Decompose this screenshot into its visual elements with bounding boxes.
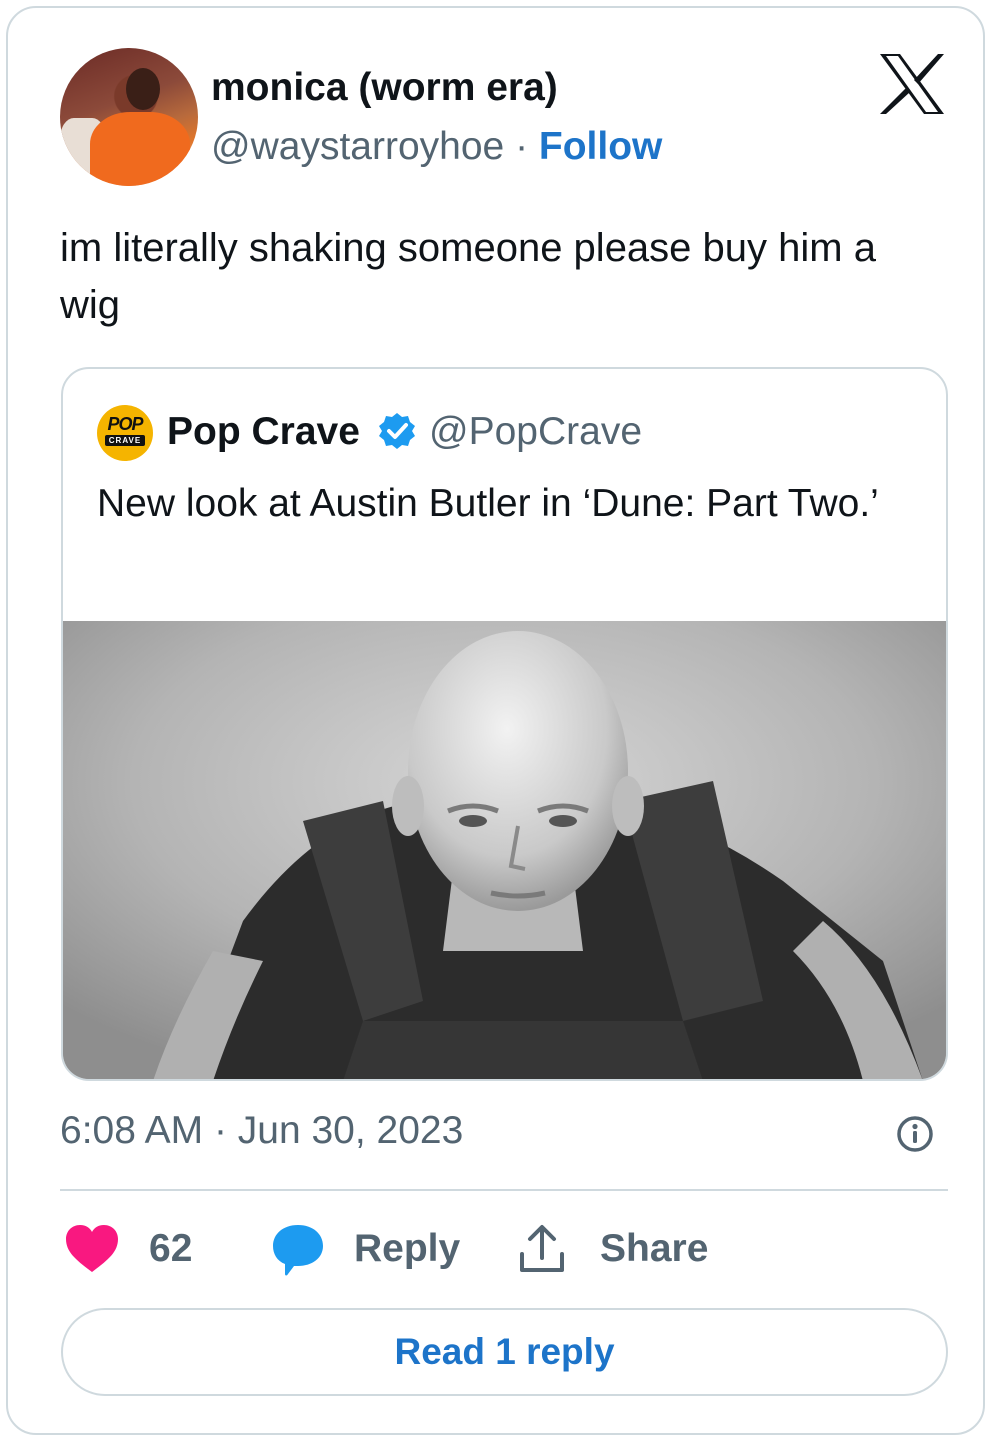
like-button[interactable]: 62	[60, 1222, 210, 1276]
quoted-tweet[interactable]: POP CRAVE Pop Crave @PopCrave New look a…	[61, 367, 948, 1081]
speech-bubble-icon	[273, 1225, 323, 1276]
author-avatar[interactable]	[60, 48, 198, 186]
author-handle-row: @waystarroyhoe · Follow	[211, 122, 662, 172]
quoted-photo[interactable]	[63, 621, 946, 1079]
tweet-timestamp[interactable]: 6:08 AM · Jun 30, 2023	[60, 1106, 463, 1156]
share-label: Share	[600, 1227, 709, 1270]
reply-button[interactable]: Reply	[270, 1222, 470, 1276]
upload-share-icon	[520, 1225, 564, 1272]
quoted-display-name[interactable]: Pop Crave	[167, 407, 360, 457]
popcrave-logo-text-top: POP	[107, 414, 143, 434]
quoted-text: New look at Austin Butler in ‘Dune: Part…	[97, 482, 879, 525]
popcrave-logo-text-bottom: CRAVE	[105, 435, 145, 446]
avatar-shirt	[90, 112, 190, 186]
quoted-handle[interactable]: @PopCrave	[429, 407, 642, 457]
author-handle[interactable]: @waystarroyhoe	[211, 125, 504, 168]
avatar-face	[126, 68, 160, 110]
tweet-text: im literally shaking someone please buy …	[60, 226, 876, 327]
divider	[60, 1189, 948, 1191]
tweet-date: Jun 30, 2023	[237, 1109, 464, 1152]
timestamp-separator: ·	[213, 1109, 227, 1152]
info-icon[interactable]	[895, 1114, 935, 1154]
handle-separator: ·	[515, 125, 529, 168]
verified-badge-icon	[379, 413, 415, 449]
like-count: 62	[149, 1227, 193, 1270]
follow-button[interactable]: Follow	[539, 125, 662, 168]
read-replies-button[interactable]: Read 1 reply	[61, 1308, 948, 1396]
tweet-embed-card: monica (worm era) @waystarroyhoe · Follo…	[6, 6, 985, 1435]
popcrave-logo-icon[interactable]: POP CRAVE	[97, 405, 153, 461]
author-display-name[interactable]: monica (worm era)	[211, 64, 558, 112]
photo-bald-man-icon	[63, 621, 946, 1079]
reply-label: Reply	[354, 1227, 461, 1270]
tweet-time: 6:08 AM	[60, 1109, 204, 1152]
x-logo-icon[interactable]	[878, 52, 946, 116]
heart-icon	[66, 1225, 118, 1272]
share-button[interactable]: Share	[516, 1222, 716, 1276]
